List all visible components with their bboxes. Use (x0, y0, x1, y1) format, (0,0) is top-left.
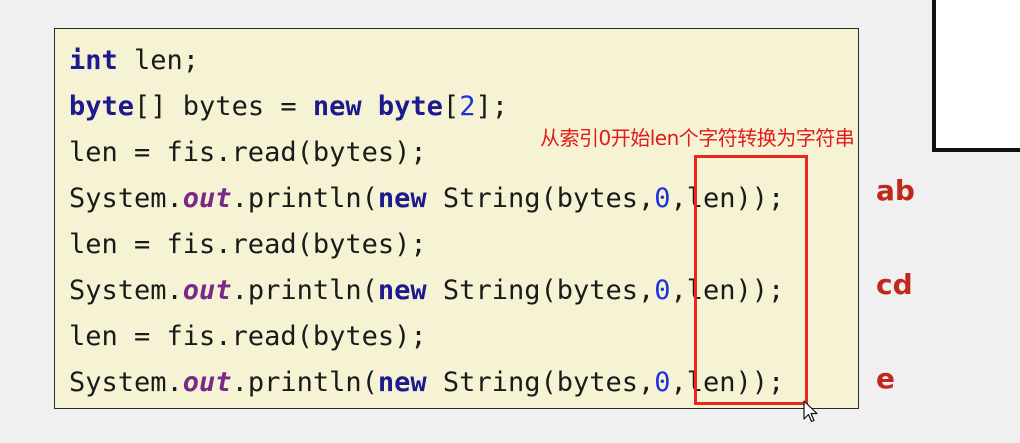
code-text: len = fis.read(bytes); (69, 321, 427, 352)
code-text: [] bytes = (134, 91, 313, 122)
output-label-3: e (876, 362, 895, 395)
code-text: [ (442, 91, 460, 122)
code-text: len = fis.read(bytes); (69, 137, 427, 168)
annotation-note: 从索引0开始len个字符转换为字符串 (540, 126, 855, 150)
code-line-6: System.out.println(new String(bytes,0,le… (69, 271, 784, 311)
code-text: String(bytes, (426, 183, 655, 214)
code-text: .println( (231, 275, 378, 306)
keyword-int: int (69, 45, 118, 76)
keyword-new: new (377, 367, 427, 398)
screen: int len; byte[] bytes = new byte[2]; len… (0, 0, 1020, 443)
code-text: len = fis.read(bytes); (69, 229, 427, 260)
code-text: System. (69, 367, 183, 398)
keyword-new: new (377, 275, 427, 306)
field-out: out (182, 183, 232, 214)
keyword-new: new (377, 183, 427, 214)
code-line-5: len = fis.read(bytes); (69, 225, 427, 265)
keyword-new: new (312, 91, 362, 122)
background-window-frame (932, 0, 1020, 152)
code-text: len; (117, 45, 200, 76)
code-line-2: byte[] bytes = new byte[2]; (69, 87, 508, 127)
mouse-pointer-icon (803, 400, 819, 428)
field-out: out (182, 275, 232, 306)
code-line-7: len = fis.read(bytes); (69, 317, 427, 357)
number-literal: 0 (654, 367, 671, 398)
code-line-1: int len; (69, 41, 199, 81)
output-label-2: cd (876, 268, 913, 301)
highlight-box (694, 155, 808, 405)
field-out: out (182, 367, 232, 398)
output-label-1: ab (876, 174, 915, 207)
code-text: String(bytes, (426, 367, 655, 398)
code-line-8: System.out.println(new String(bytes,0,le… (69, 363, 784, 403)
code-line-3: len = fis.read(bytes); (69, 133, 427, 173)
code-line-4: System.out.println(new String(bytes,0,le… (69, 179, 784, 219)
keyword-byte: byte (377, 91, 443, 122)
number-literal: 0 (654, 183, 671, 214)
keyword-byte: byte (69, 91, 135, 122)
code-text: .println( (231, 367, 378, 398)
code-text: System. (69, 183, 183, 214)
code-text: System. (69, 275, 183, 306)
code-text: String(bytes, (426, 275, 655, 306)
number-literal: 2 (459, 91, 476, 122)
number-literal: 0 (654, 275, 671, 306)
code-text: .println( (231, 183, 378, 214)
code-text: ]; (475, 91, 508, 122)
